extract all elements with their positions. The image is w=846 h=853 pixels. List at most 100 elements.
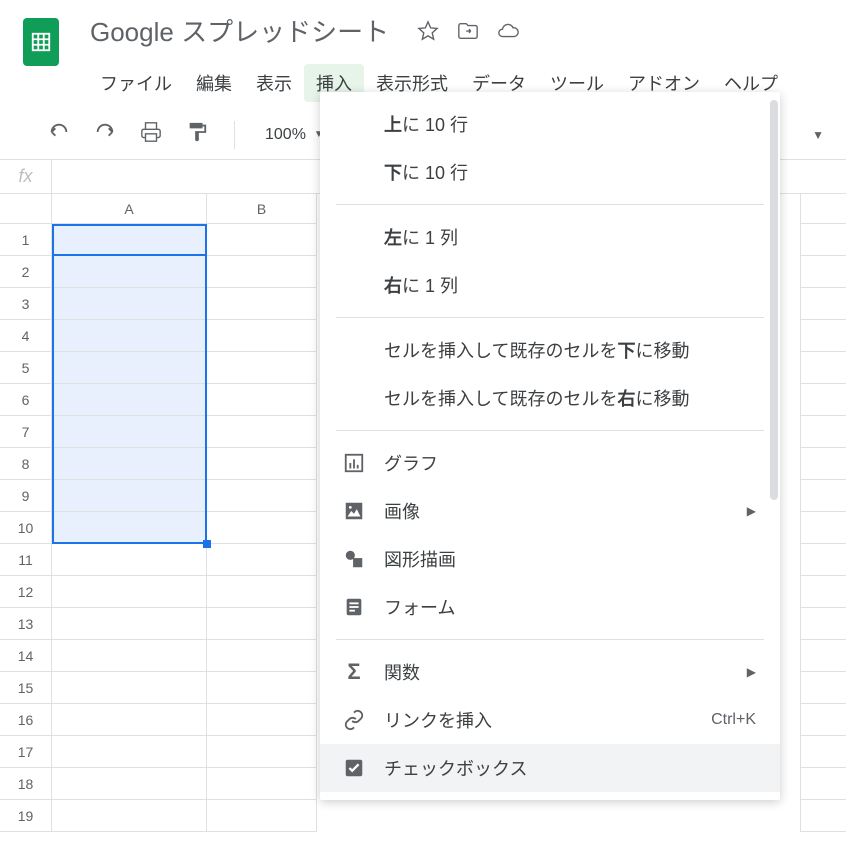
cell[interactable] (52, 544, 207, 576)
insert-chart[interactable]: グラフ (320, 439, 780, 487)
cell[interactable] (800, 576, 846, 608)
move-folder-icon[interactable] (457, 20, 479, 42)
row-header[interactable]: 5 (0, 352, 52, 384)
cell[interactable] (800, 320, 846, 352)
scrollbar-thumb[interactable] (770, 100, 778, 500)
row-header[interactable]: 14 (0, 640, 52, 672)
cell[interactable] (800, 640, 846, 672)
col-header-A[interactable]: A (52, 194, 207, 224)
cell[interactable] (207, 512, 317, 544)
cell[interactable] (207, 288, 317, 320)
cell[interactable] (207, 544, 317, 576)
row-header[interactable]: 1 (0, 224, 52, 256)
row-header[interactable]: 16 (0, 704, 52, 736)
cell[interactable] (207, 384, 317, 416)
insert-drawing[interactable]: 図形描画 (320, 535, 780, 583)
cell[interactable] (52, 768, 207, 800)
cell[interactable] (800, 256, 846, 288)
insert-cols-left[interactable]: 左に 1 列 (320, 213, 780, 261)
cell[interactable] (52, 480, 207, 512)
undo-button[interactable] (44, 117, 74, 152)
select-all-corner[interactable] (0, 194, 52, 224)
cell[interactable] (800, 416, 846, 448)
row-header[interactable]: 10 (0, 512, 52, 544)
cell[interactable] (52, 704, 207, 736)
cell[interactable] (207, 608, 317, 640)
cell[interactable] (207, 768, 317, 800)
cell[interactable] (52, 416, 207, 448)
cell[interactable] (800, 768, 846, 800)
insert-cells-shift-right[interactable]: セルを挿入して既存のセルを右に移動 (320, 374, 780, 422)
row-header[interactable]: 13 (0, 608, 52, 640)
insert-checkbox[interactable]: チェックボックス (320, 744, 780, 792)
cell[interactable] (800, 704, 846, 736)
cell[interactable] (800, 736, 846, 768)
cell[interactable] (52, 256, 207, 288)
paint-format-button[interactable] (182, 117, 212, 152)
row-header[interactable]: 11 (0, 544, 52, 576)
insert-rows-above[interactable]: 上に 10 行 (320, 100, 780, 148)
grid-body[interactable] (52, 224, 317, 832)
cell[interactable] (800, 800, 846, 832)
cell[interactable] (207, 416, 317, 448)
cell[interactable] (207, 352, 317, 384)
cell[interactable] (800, 448, 846, 480)
insert-form[interactable]: フォーム (320, 583, 780, 631)
cell[interactable] (52, 800, 207, 832)
row-header[interactable]: 4 (0, 320, 52, 352)
row-header[interactable]: 8 (0, 448, 52, 480)
cell[interactable] (52, 352, 207, 384)
row-header[interactable]: 9 (0, 480, 52, 512)
cell[interactable] (52, 288, 207, 320)
row-header[interactable]: 15 (0, 672, 52, 704)
dropdown-scrollbar[interactable] (770, 100, 778, 792)
cell[interactable] (52, 512, 207, 544)
row-header[interactable]: 2 (0, 256, 52, 288)
insert-cells-shift-down[interactable]: セルを挿入して既存のセルを下に移動 (320, 326, 780, 374)
selection-handle[interactable] (203, 540, 211, 548)
cell[interactable] (800, 384, 846, 416)
caret-down-icon[interactable]: ▼ (812, 128, 824, 142)
row-header[interactable]: 3 (0, 288, 52, 320)
redo-button[interactable] (90, 117, 120, 152)
cell[interactable] (800, 544, 846, 576)
cell[interactable] (800, 352, 846, 384)
cell[interactable] (800, 480, 846, 512)
cell[interactable] (207, 480, 317, 512)
cell[interactable] (52, 576, 207, 608)
col-header-B[interactable]: B (207, 194, 317, 224)
insert-function[interactable]: Σ 関数 ▶ (320, 648, 780, 696)
cell[interactable] (800, 608, 846, 640)
cell[interactable] (207, 320, 317, 352)
cell[interactable] (207, 576, 317, 608)
cell[interactable] (207, 704, 317, 736)
menu-edit[interactable]: 編集 (184, 64, 244, 102)
cell[interactable] (52, 384, 207, 416)
cell[interactable] (52, 640, 207, 672)
cell[interactable] (800, 672, 846, 704)
sheets-logo[interactable] (23, 18, 59, 66)
cell[interactable] (207, 800, 317, 832)
cell[interactable] (207, 736, 317, 768)
cell[interactable] (52, 224, 207, 256)
row-header[interactable]: 18 (0, 768, 52, 800)
cell[interactable] (52, 448, 207, 480)
insert-link[interactable]: リンクを挿入 Ctrl+K (320, 696, 780, 744)
cell[interactable] (800, 288, 846, 320)
cell[interactable] (207, 224, 317, 256)
row-header[interactable]: 17 (0, 736, 52, 768)
row-header[interactable]: 12 (0, 576, 52, 608)
insert-image[interactable]: 画像 ▶ (320, 487, 780, 535)
cell[interactable] (52, 320, 207, 352)
insert-rows-below[interactable]: 下に 10 行 (320, 148, 780, 196)
cell[interactable] (52, 736, 207, 768)
cell[interactable] (800, 224, 846, 256)
menu-view[interactable]: 表示 (244, 64, 304, 102)
print-button[interactable] (136, 117, 166, 152)
insert-cols-right[interactable]: 右に 1 列 (320, 261, 780, 309)
row-header[interactable]: 7 (0, 416, 52, 448)
row-header[interactable]: 19 (0, 800, 52, 832)
menu-file[interactable]: ファイル (88, 64, 184, 102)
cell[interactable] (207, 256, 317, 288)
doc-title[interactable]: Google スプレッドシート (90, 12, 389, 49)
